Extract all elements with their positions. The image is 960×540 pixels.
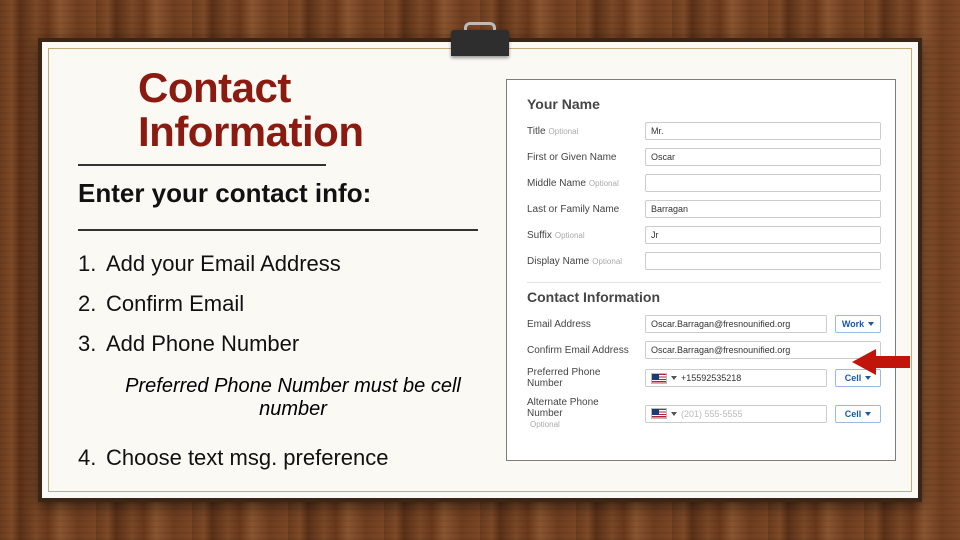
label-title: TitleOptional xyxy=(527,126,637,137)
field-first[interactable]: Oscar xyxy=(645,148,881,166)
label-confirm-email: Confirm Email Address xyxy=(527,345,637,356)
section-contact-info: Contact Information xyxy=(527,289,881,305)
row-title: TitleOptional Mr. xyxy=(527,122,881,140)
label-suffix: SuffixOptional xyxy=(527,230,637,241)
pref-phone-value: +15592535218 xyxy=(681,373,741,383)
flag-dropdown-alt[interactable] xyxy=(651,408,677,419)
label-last: Last or Family Name xyxy=(527,204,637,215)
title-line-1: Contact xyxy=(138,64,291,111)
field-suffix[interactable]: Jr xyxy=(645,226,881,244)
steps-list-cont: Choose text msg. preference xyxy=(78,431,478,485)
row-suffix: SuffixOptional Jr xyxy=(527,226,881,244)
left-column: Contact Information Enter your contact i… xyxy=(78,62,478,478)
step-1: Add your Email Address xyxy=(78,251,478,277)
row-pref-phone: Preferred Phone Number +15592535218 Cell xyxy=(527,367,881,389)
row-first: First or Given Name Oscar xyxy=(527,148,881,166)
callout-arrow-icon xyxy=(852,349,910,375)
section-divider xyxy=(527,282,881,283)
label-alt-phone: Alternate Phone NumberOptional xyxy=(527,397,637,430)
field-last[interactable]: Barragan xyxy=(645,200,881,218)
section-your-name: Your Name xyxy=(527,96,881,112)
label-middle: Middle NameOptional xyxy=(527,178,637,189)
step-4: Choose text msg. preference xyxy=(78,445,478,471)
slide-title: Contact Information xyxy=(138,66,478,154)
alt-phone-type-dropdown[interactable]: Cell xyxy=(835,405,881,423)
us-flag-icon xyxy=(651,408,667,419)
field-display[interactable] xyxy=(645,252,881,270)
step-2: Confirm Email xyxy=(78,291,478,317)
form-screenshot: Your Name TitleOptional Mr. First or Giv… xyxy=(506,79,896,461)
label-email: Email Address xyxy=(527,319,637,330)
alt-phone-placeholder: (201) 555-5555 xyxy=(681,409,743,419)
slide-card: Contact Information Enter your contact i… xyxy=(38,38,922,502)
step-note: Preferred Phone Number must be cell numb… xyxy=(108,375,478,421)
row-email: Email Address Oscar.Barragan@fresnounifi… xyxy=(527,315,881,333)
row-last: Last or Family Name Barragan xyxy=(527,200,881,218)
title-line-2: Information xyxy=(138,108,363,155)
row-confirm-email: Confirm Email Address Oscar.Barragan@fre… xyxy=(527,341,881,359)
us-flag-icon xyxy=(651,373,667,384)
field-email[interactable]: Oscar.Barragan@fresnounified.org xyxy=(645,315,827,333)
label-display: Display NameOptional xyxy=(527,256,637,267)
step-3: Add Phone Number xyxy=(78,331,478,357)
subtitle: Enter your contact info: xyxy=(78,178,478,209)
subtitle-underline xyxy=(78,229,478,231)
field-pref-phone[interactable]: +15592535218 xyxy=(645,369,827,387)
row-alt-phone: Alternate Phone NumberOptional (201) 555… xyxy=(527,397,881,430)
field-middle[interactable] xyxy=(645,174,881,192)
row-display: Display NameOptional xyxy=(527,252,881,270)
field-alt-phone[interactable]: (201) 555-5555 xyxy=(645,405,827,423)
email-type-dropdown[interactable]: Work xyxy=(835,315,881,333)
label-first: First or Given Name xyxy=(527,152,637,163)
field-title[interactable]: Mr. xyxy=(645,122,881,140)
label-pref-phone: Preferred Phone Number xyxy=(527,367,637,389)
field-confirm-email[interactable]: Oscar.Barragan@fresnounified.org xyxy=(645,341,881,359)
flag-dropdown-pref[interactable] xyxy=(651,373,677,384)
row-middle: Middle NameOptional xyxy=(527,174,881,192)
title-underline xyxy=(78,164,326,166)
right-column: Your Name TitleOptional Mr. First or Giv… xyxy=(506,62,896,478)
steps-list: Add your Email Address Confirm Email Add… xyxy=(78,237,478,371)
binder-clip-icon xyxy=(451,24,509,58)
